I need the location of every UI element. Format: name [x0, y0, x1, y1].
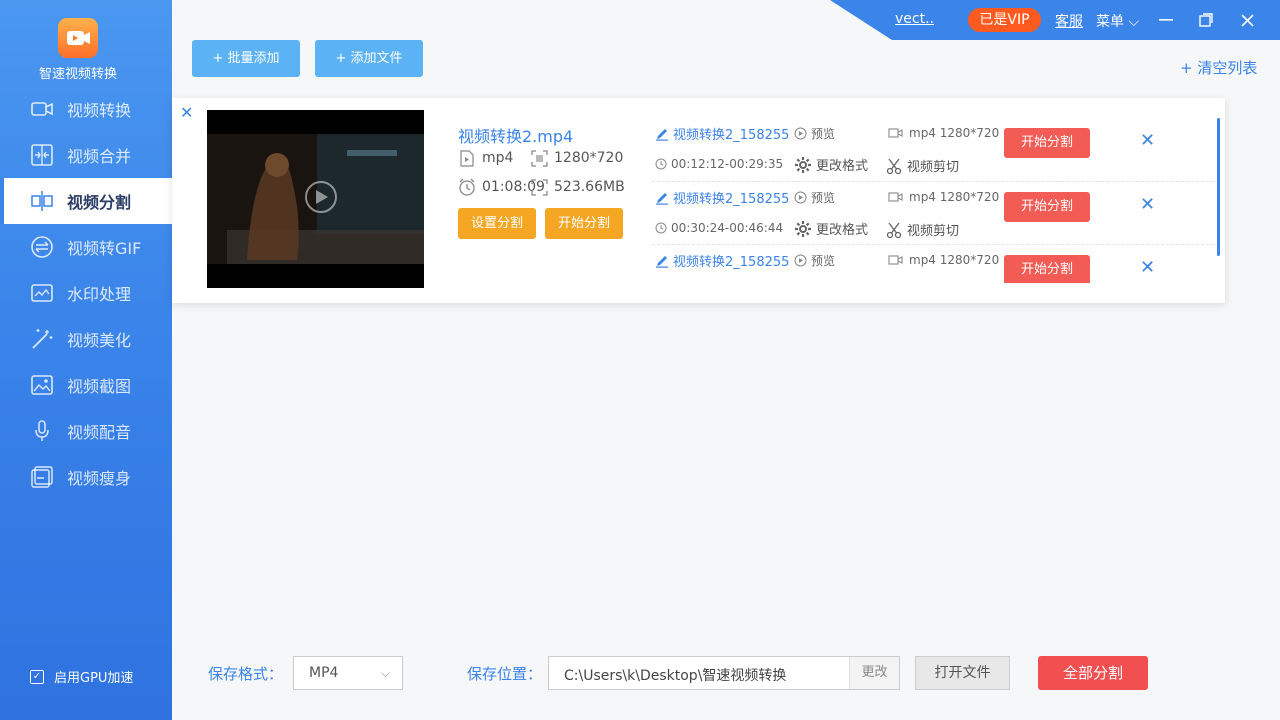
segments-scrollbar[interactable]	[1217, 118, 1220, 256]
merge-icon	[30, 143, 54, 167]
sidebar-item-label: 视频合并	[67, 147, 132, 166]
magic-wand-icon	[30, 327, 54, 351]
segment-start-split-button[interactable]: 开始分割	[1004, 128, 1090, 158]
play-circle-icon	[794, 254, 807, 267]
chevron-down-icon: ⌵	[1128, 14, 1140, 30]
change-location-button[interactable]: 更改	[849, 657, 899, 689]
remove-segment-icon[interactable]: ✕	[1140, 130, 1155, 151]
vip-badge[interactable]: 已是VIP	[968, 8, 1041, 32]
file-resolution: 1280*720	[530, 149, 623, 167]
sidebar-item-beautify[interactable]: 视频美化	[0, 316, 172, 362]
sidebar-item-label: 视频美化	[67, 331, 132, 350]
sidebar-item-label: 视频配音	[67, 423, 132, 442]
add-file-button[interactable]: + 添加文件	[315, 40, 423, 77]
sidebar-item-video-convert[interactable]: 视频转换	[0, 86, 172, 132]
file-name: 视频转换2.mp4	[458, 127, 574, 146]
segment-start-split-button[interactable]: 开始分割	[1004, 192, 1090, 222]
sidebar-item-label: 视频转GIF	[67, 239, 142, 258]
video-camera-icon	[30, 97, 54, 121]
segment-row: 视频转换2_158255 预览 mp4 1280*720 00:12:12-00…	[652, 98, 1214, 175]
resolution-icon	[530, 149, 548, 167]
save-format-label: 保存格式：	[208, 665, 284, 683]
segment-row: 视频转换2_158255 预览 mp4 1280*720 00:30:24-00…	[652, 162, 1214, 239]
segment-name[interactable]: 视频转换2_158255	[655, 124, 795, 143]
video-format-icon	[888, 128, 903, 138]
sidebar: 智速视频转换 视频转换 视频合并 视频分割 视频转GIF 水印处理 视频美化 视	[0, 0, 172, 720]
video-thumbnail[interactable]	[207, 110, 424, 288]
set-split-button[interactable]: 设置分割	[458, 208, 536, 239]
sidebar-nav: 视频转换 视频合并 视频分割 视频转GIF 水印处理 视频美化 视频截图 视频配…	[0, 86, 172, 500]
file-size: 523.66MB	[530, 178, 625, 196]
gpu-label: 启用GPU加速	[54, 671, 134, 686]
maximize-icon[interactable]	[1195, 9, 1217, 31]
video-format-icon	[888, 255, 903, 265]
microphone-icon	[30, 419, 54, 443]
compress-icon	[30, 465, 54, 489]
sidebar-item-video-split[interactable]: 视频分割	[0, 178, 172, 224]
alarm-clock-icon	[458, 178, 476, 196]
minimize-icon[interactable]	[1155, 9, 1177, 31]
play-circle-icon	[794, 127, 807, 140]
sidebar-item-compress[interactable]: 视频瘦身	[0, 454, 172, 500]
gif-convert-icon	[30, 235, 54, 259]
segment-preview-button[interactable]: 预览	[794, 125, 835, 142]
menu-dropdown[interactable]: 菜单 ⌵	[1096, 11, 1139, 31]
watermark-icon	[30, 281, 54, 305]
edit-pencil-icon	[656, 192, 668, 205]
file-card: ✕ 视频转换2.mp4 mp4 1280*720 01:08:09 523.66…	[172, 98, 1225, 303]
video-format-icon	[888, 192, 903, 202]
remove-file-icon[interactable]: ✕	[180, 105, 194, 121]
gpu-accel-toggle[interactable]: ✓ 启用GPU加速	[30, 667, 133, 686]
file-size-icon	[530, 178, 548, 196]
split-all-button[interactable]: 全部分割	[1038, 656, 1148, 690]
save-location-value: C:\Users\k\Desktop\智速视频转换	[564, 668, 787, 684]
edit-pencil-icon	[656, 255, 668, 268]
sidebar-item-label: 视频转换	[67, 101, 132, 120]
sidebar-item-dubbing[interactable]: 视频配音	[0, 408, 172, 454]
chevron-down-icon: ⌵	[380, 666, 390, 680]
open-file-button[interactable]: 打开文件	[915, 656, 1010, 690]
close-icon[interactable]	[1236, 9, 1258, 31]
menu-label: 菜单	[1096, 14, 1124, 30]
segment-name[interactable]: 视频转换2_158255	[655, 188, 795, 207]
save-format-select[interactable]: MP4 ⌵	[293, 656, 403, 690]
sidebar-item-video-gif[interactable]: 视频转GIF	[0, 224, 172, 270]
file-format-icon	[458, 149, 476, 167]
file-format: mp4	[458, 149, 513, 167]
customer-service-link[interactable]: 客服	[1055, 11, 1083, 31]
sidebar-item-label: 视频截图	[67, 377, 132, 396]
split-icon	[30, 189, 54, 213]
segment-row: 视频转换2_158255 预览 mp4 1280*720 开始分割 ✕	[652, 225, 1214, 283]
sidebar-item-video-merge[interactable]: 视频合并	[0, 132, 172, 178]
play-circle-icon	[794, 191, 807, 204]
sidebar-item-label: 水印处理	[67, 285, 132, 304]
segment-preview-button[interactable]: 预览	[794, 189, 835, 206]
edit-pencil-icon	[656, 128, 668, 141]
app-logo-icon	[58, 18, 98, 58]
sidebar-item-label: 视频分割	[67, 193, 132, 212]
save-location-field[interactable]: C:\Users\k\Desktop\智速视频转换 更改	[548, 656, 900, 690]
sidebar-item-screenshot[interactable]: 视频截图	[0, 362, 172, 408]
image-icon	[30, 373, 54, 397]
clear-list-button[interactable]: + 清空列表	[1180, 57, 1257, 78]
remove-segment-icon[interactable]: ✕	[1140, 257, 1155, 278]
segment-format: mp4 1280*720	[888, 126, 999, 140]
start-split-button[interactable]: 开始分割	[545, 208, 623, 239]
segment-format: mp4 1280*720	[888, 190, 999, 204]
segment-preview-button[interactable]: 预览	[794, 252, 835, 269]
segment-name[interactable]: 视频转换2_158255	[655, 251, 795, 270]
save-format-value: MP4	[309, 665, 339, 681]
batch-add-button[interactable]: + 批量添加	[192, 40, 300, 77]
sidebar-item-watermark[interactable]: 水印处理	[0, 270, 172, 316]
app-title: 智速视频转换	[38, 67, 117, 82]
sidebar-item-label: 视频瘦身	[67, 469, 132, 488]
save-location-label: 保存位置：	[467, 665, 543, 683]
segment-format: mp4 1280*720	[888, 253, 999, 267]
user-name-link[interactable]: vect..	[895, 11, 934, 27]
remove-segment-icon[interactable]: ✕	[1140, 194, 1155, 215]
gpu-checkbox[interactable]: ✓	[30, 669, 44, 684]
segment-start-split-button[interactable]: 开始分割	[1004, 255, 1090, 283]
